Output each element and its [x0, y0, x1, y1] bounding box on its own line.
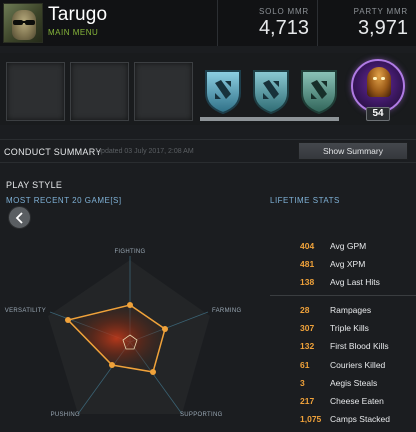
solo-mmr-value: 4,713: [258, 17, 309, 39]
stat-value: 481: [300, 259, 315, 269]
lifetime-stats-top: 404 Avg GPM 481 Avg XPM 138 Avg Last Hit…: [270, 238, 416, 300]
stat-row: 138 Avg Last Hits: [270, 274, 416, 292]
stat-value: 61: [300, 359, 310, 370]
conduct-summary-title: CONDUCT SUMMARY: [4, 147, 102, 157]
radar-vertex: [162, 326, 168, 332]
stat-row: 1,075 Camps Stacked: [270, 411, 416, 429]
party-mmr-label: PARTY MMR: [353, 7, 408, 16]
stat-value: 28: [300, 305, 310, 315]
stat-label: Couriers Killed: [330, 359, 386, 370]
stat-value: 138: [300, 277, 315, 287]
radar-vertex: [65, 317, 71, 323]
level-number: 54: [366, 107, 390, 121]
stat-row: 307 Triple Kills: [270, 320, 416, 338]
divider: [270, 295, 416, 296]
axis-label-farming: FARMING: [212, 308, 241, 314]
solo-mmr: SOLO MMR 4,713: [217, 0, 317, 46]
profile-header: Tarugo MAIN MENU SOLO MMR 4,713 PARTY MM…: [0, 0, 416, 46]
stat-row: 481 Avg XPM: [270, 256, 416, 274]
avatar[interactable]: [3, 3, 43, 43]
axis-label-pushing: PUSHING: [51, 412, 80, 418]
stat-row: 217 Cheese Eaten: [270, 393, 416, 411]
radar-vertex: [127, 302, 133, 308]
stat-label: Aegis Steals: [330, 377, 378, 388]
conduct-updated-time: Updated 03 July 2017, 2:08 AM: [96, 148, 194, 155]
stat-label: Cheese Eaten: [330, 395, 384, 406]
stat-value: 3: [300, 377, 305, 388]
recent-games-label: MOST RECENT 20 GAME[S]: [6, 196, 122, 205]
stat-row: 132 First Blood Kills: [270, 338, 416, 356]
stat-row: 404 Avg GPM: [270, 238, 416, 256]
chevron-left-icon: [15, 212, 23, 224]
stat-value: 132: [300, 341, 315, 352]
radar-vertex: [150, 369, 156, 375]
player-name: Tarugo: [48, 4, 108, 25]
conduct-summary-bar: CONDUCT SUMMARY Updated 03 July 2017, 2:…: [0, 139, 416, 163]
stat-value: 307: [300, 323, 315, 334]
empty-badge-slot[interactable]: [6, 62, 65, 121]
show-summary-button[interactable]: Show Summary: [298, 142, 408, 160]
axis-label-fighting: FIGHTING: [114, 249, 145, 255]
stat-label: Avg GPM: [330, 241, 367, 251]
radar-vertex: [109, 362, 115, 368]
lifetime-stats-bottom: 28 Rampages 307 Triple Kills 132 First B…: [270, 302, 416, 429]
stat-value: 404: [300, 241, 315, 251]
main-menu-link[interactable]: MAIN MENU: [48, 28, 98, 37]
stat-value: 1,075: [300, 414, 322, 425]
axis-label-supporting: SUPPORTING: [180, 412, 223, 418]
stat-label: Avg XPM: [330, 259, 366, 269]
empty-badge-slot[interactable]: [70, 62, 129, 121]
stat-label: Triple Kills: [330, 323, 369, 334]
play-style-radar: FIGHTING FARMING SUPPORTING PUSHING VERS…: [5, 249, 241, 418]
dota-shield-icon[interactable]: [298, 67, 340, 115]
stat-label: Rampages: [330, 305, 372, 315]
badge-progress-bar: [200, 117, 339, 121]
hero-level-badge[interactable]: [351, 59, 405, 113]
lifetime-stats-label: LIFETIME STATS: [270, 196, 340, 205]
stat-row: 28 Rampages: [270, 302, 416, 320]
play-style-title: PLAY STYLE: [6, 180, 63, 190]
party-mmr-value: 3,971: [357, 17, 408, 39]
stat-label: Avg Last Hits: [330, 277, 380, 287]
party-mmr: PARTY MMR 3,971: [317, 0, 416, 46]
dota-shield-icon[interactable]: [202, 67, 244, 115]
stat-label: First Blood Kills: [330, 341, 389, 352]
stat-value: 217: [300, 395, 315, 406]
previous-button[interactable]: [8, 206, 31, 229]
hero-portrait-icon: [367, 67, 391, 97]
avatar-face: [12, 10, 36, 40]
solo-mmr-label: SOLO MMR: [259, 7, 309, 16]
dota-shield-icon[interactable]: [250, 67, 292, 115]
axis-label-versatility: VERSATILITY: [5, 308, 46, 314]
stat-row: 3 Aegis Steals: [270, 375, 416, 393]
stat-label: Camps Stacked: [330, 414, 390, 425]
stat-row: 61 Couriers Killed: [270, 357, 416, 375]
empty-badge-slot[interactable]: [134, 62, 193, 121]
